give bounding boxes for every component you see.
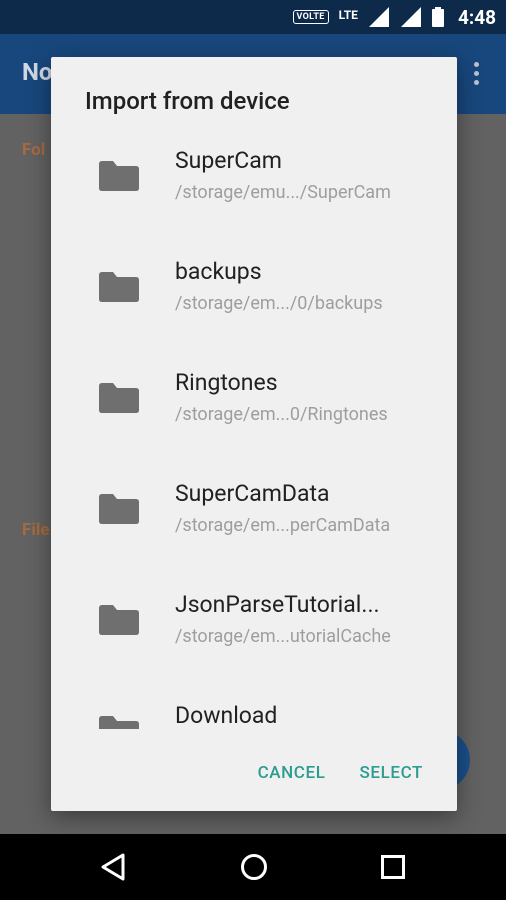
wifi-signal-icon [400,7,421,27]
volte-badge: VOLTE [292,10,329,24]
signal-icon [368,7,389,27]
item-title: SuperCamData [175,480,330,507]
item-path: /storage/em...0/Ringtones [175,404,388,425]
app-title: No [22,58,53,86]
overflow-menu-icon[interactable] [474,62,480,89]
folders-section-label: Fol [22,140,46,160]
item-title: JsonParseTutorial... [175,591,380,618]
list-item-supercamdata[interactable]: SuperCamData /storage/em...perCamData [51,462,457,573]
status-bar: VOLTE LTE 4:48 [0,0,506,34]
folder-icon [99,494,139,524]
list-item-supercam[interactable]: SuperCam /storage/emu.../SuperCam [51,129,457,240]
cancel-button[interactable]: CANCEL [258,763,326,783]
home-icon[interactable] [240,853,268,881]
recent-apps-icon[interactable] [381,855,405,879]
folder-icon [99,272,139,302]
item-title: Ringtones [175,369,278,396]
folder-list[interactable]: SuperCam /storage/emu.../SuperCam backup… [51,129,457,729]
list-item-ringtones[interactable]: Ringtones /storage/em...0/Ringtones [51,351,457,462]
list-item-download[interactable]: Download [51,684,457,729]
folder-icon [99,383,139,413]
battery-icon [431,7,444,27]
dialog-title: Import from device [85,87,290,115]
item-title: SuperCam [175,147,282,174]
navigation-bar [0,834,506,900]
list-item-jsonparsetutorial[interactable]: JsonParseTutorial... /storage/em...utori… [51,573,457,684]
item-path: /storage/em...utorialCache [175,626,391,647]
item-path: /storage/em...perCamData [175,515,391,536]
item-path: /storage/em.../0/backups [175,293,383,314]
item-path: /storage/emu.../SuperCam [175,182,391,203]
folder-icon [99,161,139,191]
item-title: Download [175,702,278,729]
item-title: backups [175,258,262,285]
files-section-label: File [22,520,50,540]
folder-icon [99,716,139,729]
import-dialog: Import from device SuperCam /storage/emu… [51,57,457,811]
select-button[interactable]: SELECT [360,763,424,783]
folder-icon [99,605,139,635]
list-item-backups[interactable]: backups /storage/em.../0/backups [51,240,457,351]
back-icon[interactable] [100,853,126,881]
lte-indicator: LTE [338,8,358,22]
dialog-actions: CANCEL SELECT [258,763,423,783]
clock: 4:48 [457,5,496,29]
